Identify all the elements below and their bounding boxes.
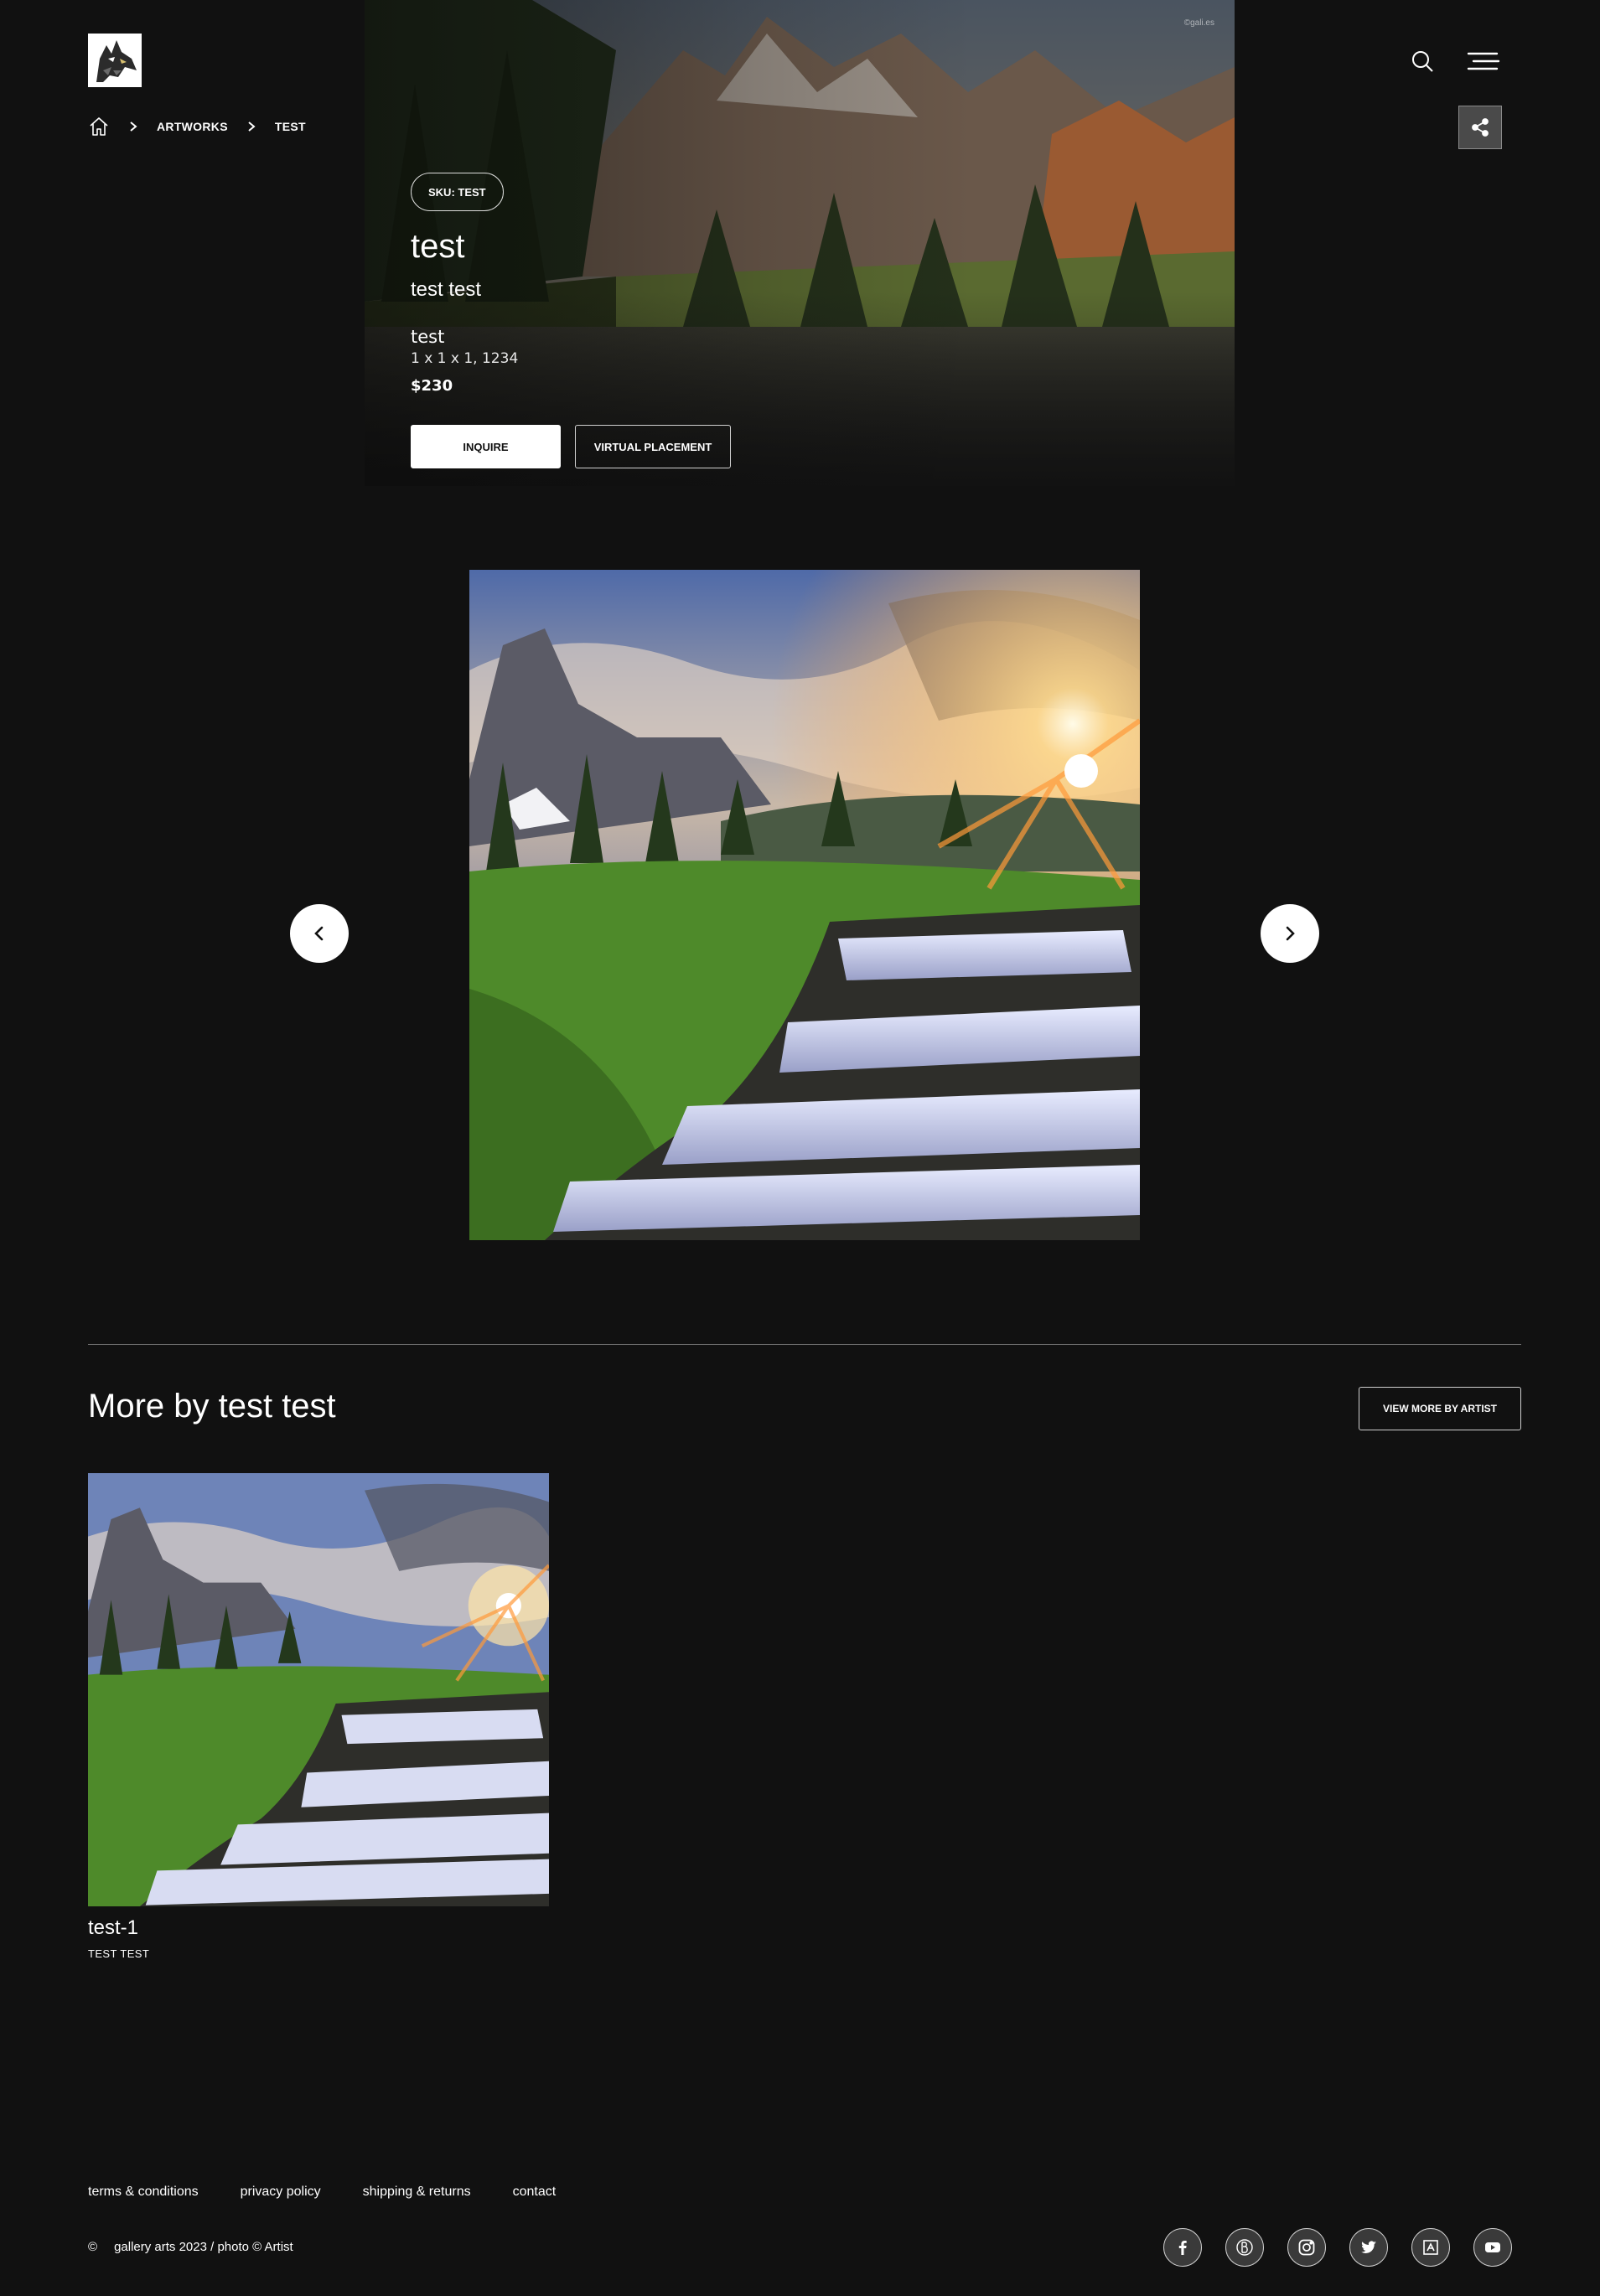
carousel-prev-button[interactable] xyxy=(290,904,349,963)
footer-links: terms & conditions privacy policy shippi… xyxy=(88,2185,556,2200)
sku-badge: SKU: TEST xyxy=(411,173,504,211)
footer-link-shipping[interactable]: shipping & returns xyxy=(363,2185,471,2200)
gallery-logo[interactable] xyxy=(88,34,142,87)
artwork-main-image[interactable] xyxy=(469,570,1140,1240)
hero-overlay xyxy=(365,0,1235,486)
inquire-button[interactable]: INQUIRE xyxy=(411,425,561,468)
facebook-icon[interactable] xyxy=(1163,2228,1202,2267)
related-artwork-artist: TEST TEST xyxy=(88,1947,150,1960)
hero-image: ©gali.es xyxy=(365,0,1235,486)
youtube-icon[interactable] xyxy=(1473,2228,1512,2267)
breadcrumb: ARTWORKS TEST xyxy=(88,114,306,139)
footer-link-privacy[interactable]: privacy policy xyxy=(241,2185,321,2200)
copyright-symbol: © xyxy=(88,2240,98,2254)
section-divider xyxy=(88,1344,1521,1345)
artwork-title: test xyxy=(411,228,465,265)
chevron-right-icon xyxy=(243,118,260,135)
artwork-artist[interactable]: test test xyxy=(411,278,481,302)
social-links xyxy=(1163,2228,1512,2267)
footer-link-contact[interactable]: contact xyxy=(513,2185,557,2200)
hamburger-menu-icon[interactable] xyxy=(1465,49,1502,74)
view-more-by-artist-button[interactable]: VIEW MORE BY ARTIST xyxy=(1359,1387,1521,1430)
carousel-next-button[interactable] xyxy=(1261,904,1319,963)
related-artwork-title[interactable]: test-1 xyxy=(88,1916,138,1940)
search-icon[interactable] xyxy=(1408,47,1437,75)
more-by-artist-heading: More by test test xyxy=(88,1388,336,1425)
chevron-right-icon xyxy=(125,118,142,135)
footer-link-terms[interactable]: terms & conditions xyxy=(88,2185,199,2200)
artwork-medium: test xyxy=(411,327,445,347)
chevron-left-icon xyxy=(311,925,328,942)
breadcrumb-artworks[interactable]: ARTWORKS xyxy=(157,120,228,133)
artwork-price: $230 xyxy=(411,377,453,395)
breadcrumb-current: TEST xyxy=(274,120,306,133)
twitter-icon[interactable] xyxy=(1349,2228,1388,2267)
chevron-right-icon xyxy=(1282,925,1298,942)
copyright: © gallery arts 2023 / photo © Artist xyxy=(88,2240,293,2254)
artwork-dimensions: 1 x 1 x 1, 1234 xyxy=(411,350,519,367)
copyright-text: gallery arts 2023 / photo © Artist xyxy=(114,2240,293,2254)
artsy-icon[interactable] xyxy=(1225,2228,1264,2267)
home-icon[interactable] xyxy=(88,116,110,137)
share-icon xyxy=(1470,117,1490,137)
artnet-icon[interactable] xyxy=(1411,2228,1450,2267)
related-artwork-image[interactable] xyxy=(88,1473,549,1906)
hero-watermark: ©gali.es xyxy=(1183,18,1214,28)
instagram-icon[interactable] xyxy=(1287,2228,1326,2267)
share-button[interactable] xyxy=(1458,106,1502,149)
virtual-placement-button[interactable]: VIRTUAL PLACEMENT xyxy=(575,425,731,468)
